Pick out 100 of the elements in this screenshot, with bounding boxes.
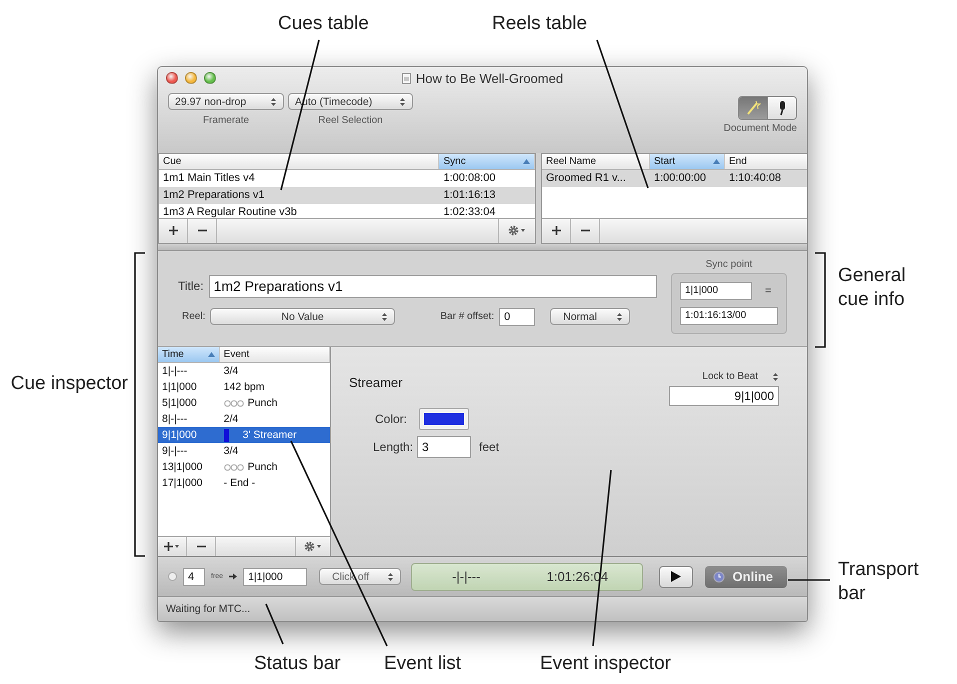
time-cell-text: 17|1|000	[161, 477, 204, 490]
table-cell-text: 1m2 Preparations v1	[162, 189, 266, 202]
column-header[interactable]: Sync	[439, 154, 535, 169]
zoom-button[interactable]	[204, 72, 216, 84]
table-row[interactable]: Groomed R1 v... 1:00:00:00 1:10:40:08	[542, 170, 807, 187]
count-field[interactable]: 4	[183, 568, 205, 586]
updown-arrows-icon	[399, 96, 406, 106]
event-cell: 3/4	[224, 445, 238, 458]
inspector-title: Streamer	[349, 375, 402, 390]
color-well[interactable]	[419, 408, 470, 430]
time-cell-text: 9|-|---	[161, 445, 188, 458]
beat-field[interactable]: 9|1|000	[669, 386, 779, 406]
dropdown-caption: Reel Selection	[318, 115, 383, 126]
time-cell-text: 13|1|000	[161, 461, 204, 474]
table-row[interactable]: 1m1 Main Titles v4 1:00:08:00	[159, 170, 535, 187]
table-row[interactable]: 1m2 Preparations v1 1:01:16:13	[159, 186, 535, 204]
updown-arrows-icon	[381, 312, 388, 322]
length-field[interactable]: 3	[417, 436, 472, 458]
position-field[interactable]: 1|1|000	[243, 568, 308, 586]
callout-label: Status bar	[254, 652, 341, 676]
event-row[interactable]: 13|1|000 Punch	[158, 459, 330, 476]
leader-line	[788, 579, 830, 581]
bar-field[interactable]: 1|1|000	[680, 282, 752, 300]
gear-icon	[508, 225, 526, 236]
event-cell: 3/4	[224, 365, 238, 378]
table-cell-text: 1:01:16:13	[442, 189, 496, 202]
column-header[interactable]: End	[725, 154, 807, 169]
callout-label: Cue inspector	[10, 372, 128, 396]
field-label: Color:	[375, 412, 408, 426]
time-cell-text: 1|1|000	[161, 381, 198, 394]
radio-button[interactable]	[168, 572, 177, 582]
bars-readout: -|-|---	[452, 569, 480, 584]
sort-arrow-icon	[713, 158, 720, 164]
field-label: Title:	[178, 279, 204, 294]
window-title: How to Be Well-Groomed	[416, 70, 564, 86]
event-row[interactable]: 9|-|--- 3/4	[158, 443, 330, 460]
table-cell-text: 1:00:00:00	[653, 172, 707, 184]
callout-label: Event inspector	[540, 652, 671, 676]
table-cell-text: 1m1 Main Titles v4	[162, 172, 256, 184]
event-cell: Punch	[248, 461, 278, 474]
callout-label: Event list	[384, 652, 462, 676]
updown-arrows-icon	[270, 96, 277, 106]
callout-label: Cues table	[278, 12, 369, 36]
time-cell-text: 5|1|000	[161, 397, 198, 410]
plus-caret-icon	[164, 542, 180, 552]
punch-circles-icon	[224, 464, 244, 471]
dropdown[interactable]: 29.97 non-drop	[168, 93, 284, 110]
plus-icon	[168, 226, 178, 236]
updown-arrows-icon	[387, 572, 394, 582]
document-icon	[402, 72, 411, 84]
callout-label: Reels table	[492, 12, 588, 36]
clock-icon	[712, 570, 725, 583]
play-button[interactable]	[658, 566, 693, 588]
event-row[interactable]: 9|1|000 3' Streamer	[158, 427, 330, 444]
leader-line	[265, 604, 284, 644]
event-cell: - End -	[224, 477, 256, 490]
timecode-field[interactable]: 1:01:16:13/00	[680, 306, 778, 325]
event-cell: 3' Streamer	[242, 429, 297, 442]
column-header[interactable]: Event	[220, 347, 330, 362]
updown-arrows-icon	[616, 312, 624, 322]
event-row[interactable]: 1|1|000 142 bpm	[158, 379, 330, 396]
mode-dropdown[interactable]: Normal	[550, 308, 630, 326]
column-header[interactable]: Start	[650, 154, 725, 169]
time-cell-text: 8|-|---	[161, 413, 188, 426]
table-cell-text: Groomed R1 v...	[545, 172, 627, 184]
field-label: Reel:	[182, 311, 206, 322]
event-row[interactable]: 8|-|--- 2/4	[158, 411, 330, 428]
click-dropdown[interactable]: Click off	[319, 568, 402, 586]
updown-arrows-icon	[772, 372, 779, 382]
lock-dropdown[interactable]: Lock to Beat	[702, 371, 779, 382]
unit-label: feet	[479, 440, 500, 454]
plus-icon	[552, 226, 560, 236]
table-row[interactable]: 1m3 A Regular Routine v3b 1:02:33:04	[159, 204, 535, 218]
equals-sign: =	[765, 284, 772, 297]
group-title: Sync point	[706, 258, 752, 270]
table-cell-text: 1:02:33:04	[442, 206, 496, 218]
column-header[interactable]: Time	[158, 347, 220, 362]
play-icon	[670, 571, 681, 582]
gear-icon	[304, 541, 322, 552]
callout-label: Transport bar	[838, 558, 920, 606]
field-label: Length:	[373, 440, 414, 454]
table-cell-text: 1:10:40:08	[728, 172, 782, 184]
minimize-button[interactable]	[185, 72, 197, 84]
event-row[interactable]: 17|1|000 - End -	[158, 475, 330, 492]
event-row[interactable]: 1|-|--- 3/4	[158, 363, 330, 380]
title-field[interactable]: 1m2 Preparations v1	[208, 274, 657, 298]
reel-dropdown[interactable]: No Value	[210, 308, 396, 326]
status-text: Waiting for MTC...	[166, 603, 250, 616]
mode-segment[interactable]	[767, 97, 796, 119]
offset-field[interactable]: 0	[499, 308, 536, 326]
segment-caption: Document Mode	[724, 123, 797, 134]
field-label: Bar # offset:	[440, 311, 494, 322]
right-arrow-icon	[229, 573, 238, 580]
callout-label: General cue info	[838, 264, 907, 312]
time-cell-text: 1|-|---	[161, 365, 188, 378]
sort-arrow-icon	[523, 158, 530, 164]
event-row[interactable]: 5|1|000 Punch	[158, 395, 330, 412]
dropdown-caption: Framerate	[202, 115, 250, 126]
close-button[interactable]	[166, 72, 178, 84]
online-button[interactable]: Online	[704, 566, 787, 588]
